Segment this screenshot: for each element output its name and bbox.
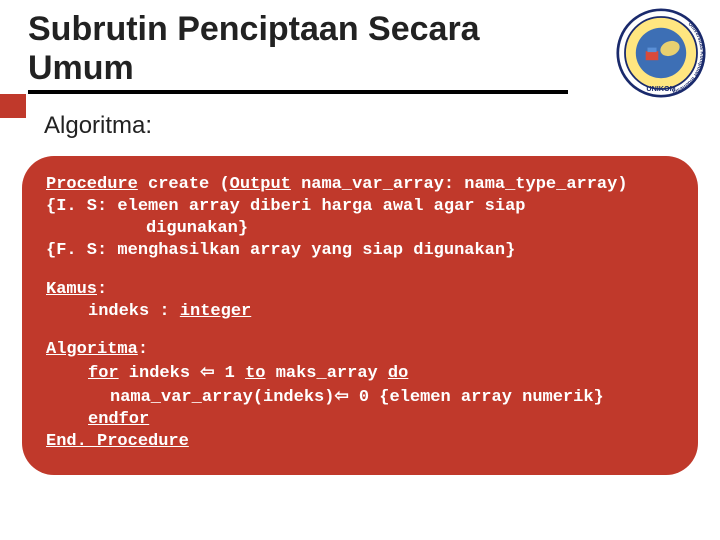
keyword-output: Output xyxy=(230,175,291,194)
initial-state-line2: digunakan} xyxy=(46,218,678,240)
keyword-for: for xyxy=(88,364,119,383)
code-panel: Procedure create (Output nama_var_array:… xyxy=(22,156,698,475)
keyword-do: do xyxy=(388,364,408,383)
keyword-endfor: endfor xyxy=(46,409,678,431)
svg-text:UNIKOM: UNIKOM xyxy=(646,84,675,93)
procedure-signature: Procedure create (Output nama_var_array:… xyxy=(46,174,678,196)
keyword-to: to xyxy=(245,364,265,383)
algoritma-heading: Algoritma: xyxy=(46,339,678,361)
procedure-signature-block: Procedure create (Output nama_var_array:… xyxy=(46,174,678,262)
slide-title: Subrutin Penciptaan Secara Umum xyxy=(28,10,568,88)
initial-state-line1: {I. S: elemen array diberi harga awal ag… xyxy=(46,196,678,218)
university-logo: Universitas Komputer Indonesia UNIKOM xyxy=(616,8,706,98)
keyword-integer: integer xyxy=(180,302,251,321)
section-heading: Algoritma: xyxy=(0,98,720,150)
title-underline xyxy=(28,90,568,94)
keyword-procedure: Procedure xyxy=(46,175,138,194)
kamus-heading: Kamus: xyxy=(46,279,678,301)
keyword-endprocedure: End. Procedure xyxy=(46,431,678,453)
algoritma-block: Algoritma: for indeks ⇦ 1 to maks_array … xyxy=(46,339,678,453)
assign-arrow-icon: ⇦ xyxy=(334,386,348,405)
kamus-line: indeks : integer xyxy=(46,301,678,323)
accent-block xyxy=(0,94,26,118)
final-state: {F. S: menghasilkan array yang siap digu… xyxy=(46,240,678,262)
kamus-block: Kamus: indeks : integer xyxy=(46,279,678,323)
for-line: for indeks ⇦ 1 to maks_array do xyxy=(46,361,678,385)
assignment-line: nama_var_array(indeks)⇦ 0 {elemen array … xyxy=(46,385,678,409)
assign-arrow-icon: ⇦ xyxy=(200,362,214,381)
